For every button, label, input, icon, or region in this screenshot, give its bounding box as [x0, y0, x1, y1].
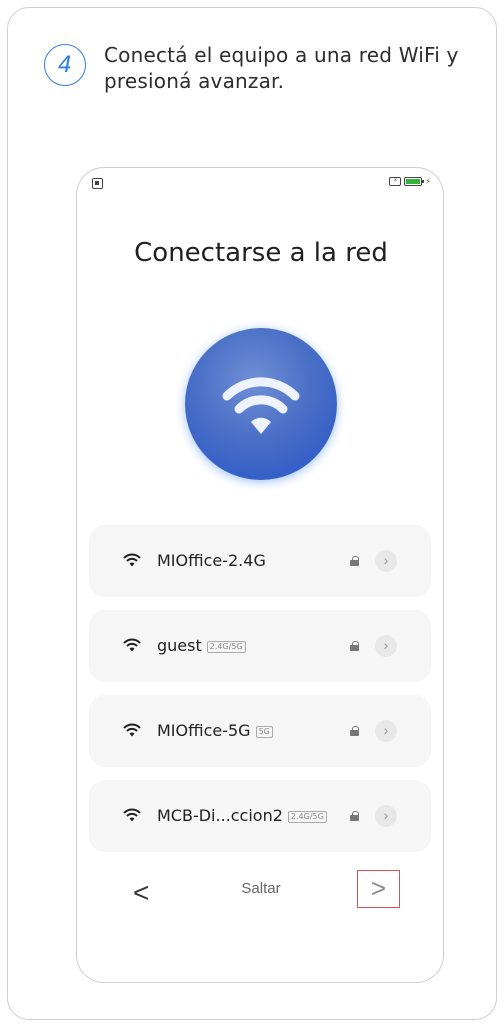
network-name: MIOffice-2.4G — [157, 551, 266, 570]
bottom-navigation: < Saltar > — [77, 870, 445, 914]
band-badge: 5G — [255, 726, 273, 738]
network-item[interactable]: MCB-Di...ccion2 2.4G/5G › — [89, 780, 431, 852]
wifi-hero-icon — [185, 328, 337, 480]
wifi-icon — [123, 723, 141, 737]
status-bar: × ⚡ — [389, 177, 431, 186]
charging-icon: ⚡ — [425, 177, 431, 186]
band-badge: 2.4G/5G — [206, 641, 246, 653]
network-item[interactable]: MIOffice-2.4G › — [89, 525, 431, 597]
lock-icon — [350, 726, 359, 736]
network-details-button[interactable]: › — [375, 550, 397, 572]
instruction-card: 4 Conectá el equipo a una red WiFi y pre… — [7, 7, 497, 1020]
lock-icon — [350, 811, 359, 821]
network-details-button[interactable]: › — [375, 805, 397, 827]
network-details-button[interactable]: › — [375, 635, 397, 657]
next-button[interactable]: > — [357, 870, 400, 908]
notification-icon — [92, 178, 103, 189]
wifi-icon — [123, 553, 141, 567]
network-name: guest 2.4G/5G — [157, 636, 246, 655]
step-instruction-text: Conectá el equipo a una red WiFi y presi… — [104, 43, 459, 93]
wifi-icon — [123, 808, 141, 822]
lock-icon — [350, 556, 359, 566]
phone-screen: × ⚡ Conectarse a la red MIOffice-2.4G › — [76, 167, 444, 983]
lock-icon — [350, 641, 359, 651]
network-item[interactable]: guest 2.4G/5G › — [89, 610, 431, 682]
band-badge: 2.4G/5G — [287, 811, 327, 823]
network-name: MIOffice-5G 5G — [157, 721, 273, 740]
network-item[interactable]: MIOffice-5G 5G › — [89, 695, 431, 767]
sim-icon: × — [389, 177, 402, 186]
network-name: MCB-Di...ccion2 2.4G/5G — [157, 806, 327, 825]
page-title: Conectarse a la red — [134, 238, 388, 268]
wifi-icon — [123, 638, 141, 652]
battery-icon — [404, 177, 425, 186]
network-details-button[interactable]: › — [375, 720, 397, 742]
step-number-badge: 4 — [44, 44, 86, 86]
